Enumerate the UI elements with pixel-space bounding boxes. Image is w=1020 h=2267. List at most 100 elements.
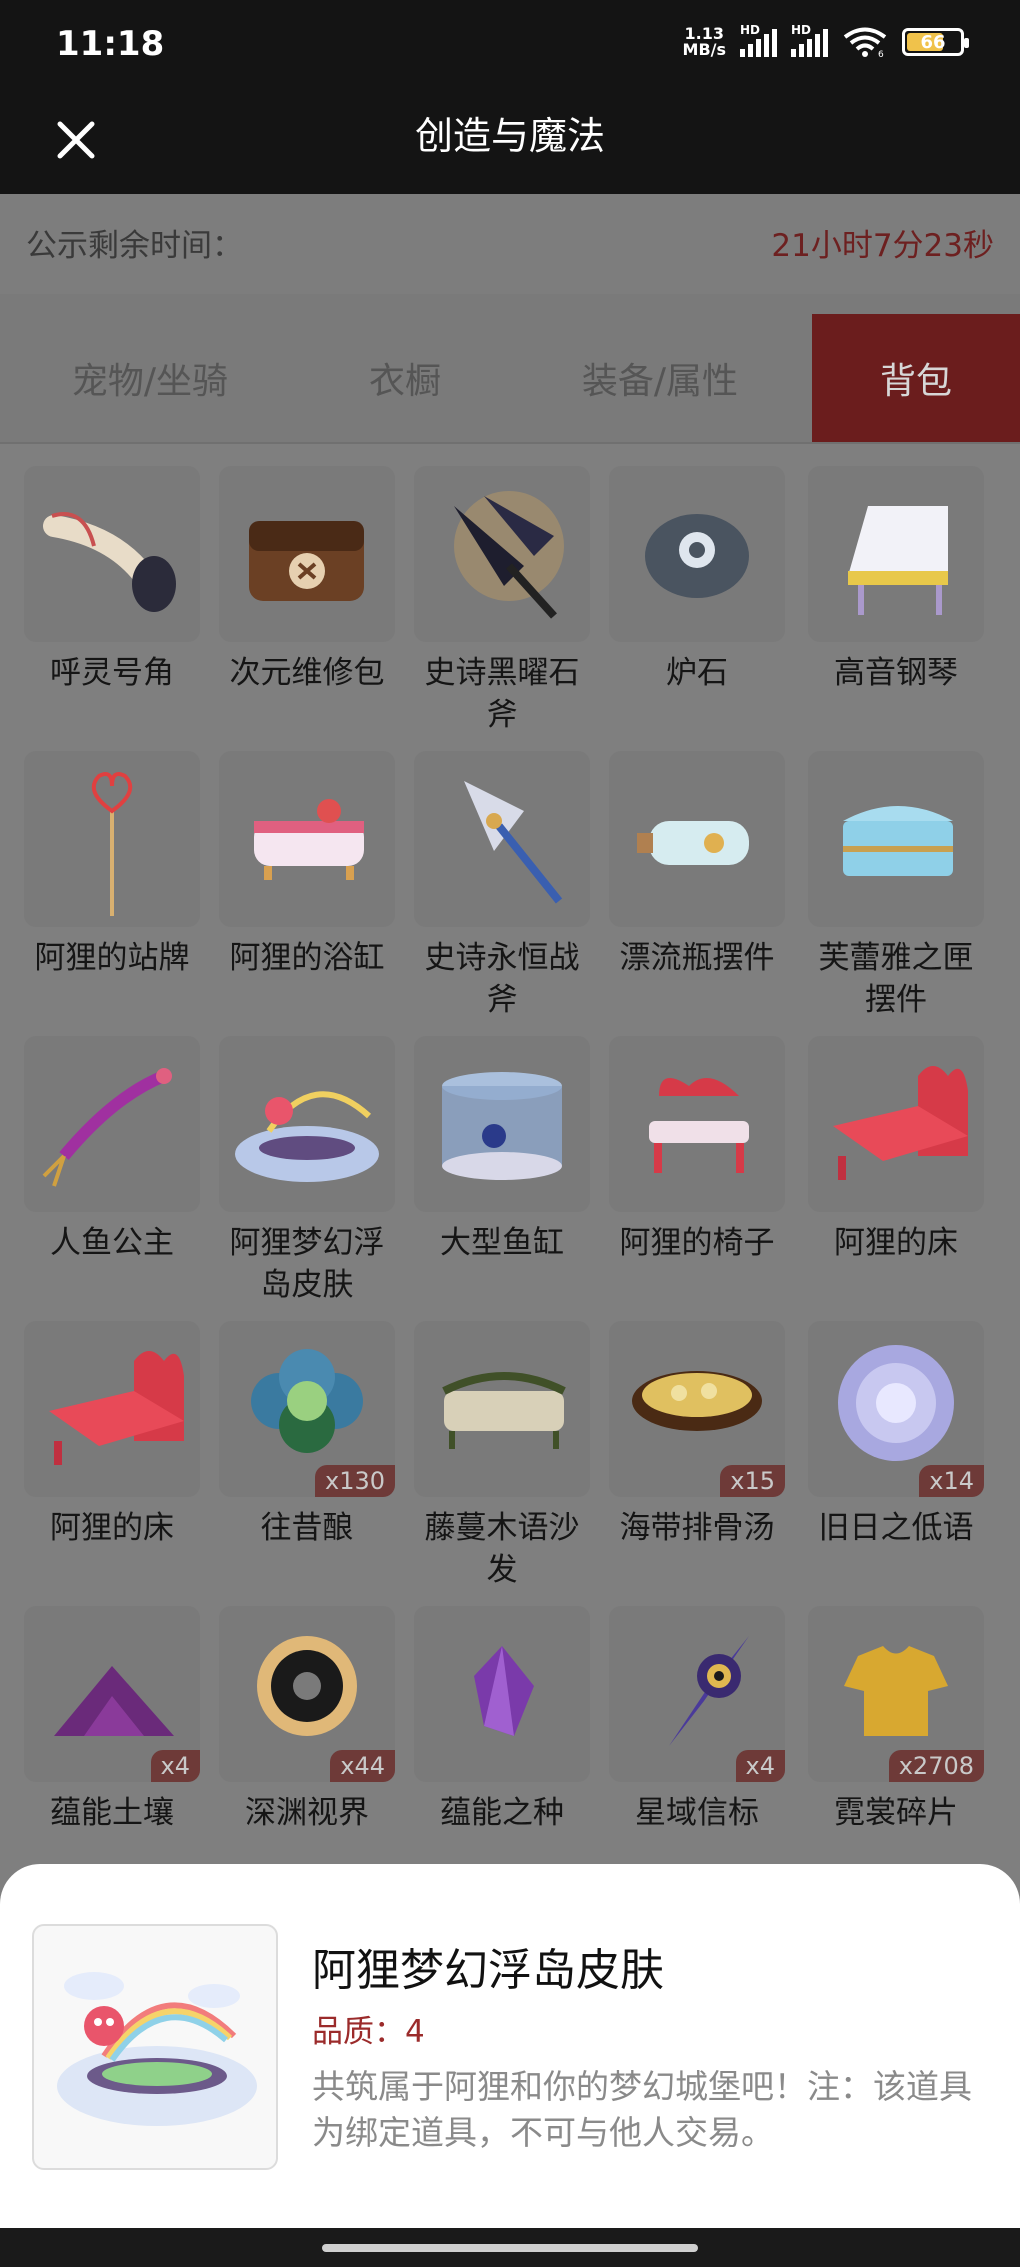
item-cell[interactable]: 呼灵号角: [24, 466, 200, 694]
detail-title: 阿狸梦幻浮岛皮肤: [312, 1945, 664, 1996]
item-name: 蕴能土壤: [50, 1795, 174, 1831]
item-thumbnail: [24, 1321, 200, 1497]
item-name: 阿狸的椅子: [619, 1225, 775, 1261]
item-name: 星域信标: [635, 1795, 759, 1831]
item-thumbnail: x4: [609, 1606, 785, 1782]
home-indicator[interactable]: [322, 2244, 698, 2252]
item-cell[interactable]: x2708 霓裳碎片: [808, 1606, 984, 1834]
item-cell[interactable]: 芙蕾雅之匣摆件: [808, 751, 984, 1021]
item-cell[interactable]: x15 海带排骨汤: [609, 1321, 785, 1549]
item-cell[interactable]: 高音钢琴: [808, 466, 984, 694]
chest-icon: [843, 806, 953, 876]
bottle-icon: [637, 821, 749, 865]
item-cell[interactable]: 阿狸的浴缸: [219, 751, 395, 979]
tab-bar: 宠物/坐骑 衣橱 装备/属性 背包: [0, 294, 1020, 444]
item-thumbnail: [414, 1036, 590, 1212]
detail-quality: 品质：4: [312, 2014, 425, 2050]
item-cell[interactable]: 史诗永恒战斧: [414, 751, 590, 1021]
floating-island-icon: [235, 1091, 379, 1182]
item-name: 霓裳碎片: [834, 1795, 958, 1831]
tab-backpack[interactable]: 背包: [812, 314, 1020, 442]
countdown-timer: 21小时7分23秒: [771, 228, 994, 264]
tab-wardrobe[interactable]: 衣橱: [300, 314, 510, 442]
item-thumbnail: x2708: [808, 1606, 984, 1782]
item-cell[interactable]: x14 旧日之低语: [808, 1321, 984, 1549]
item-cell[interactable]: 炉石: [609, 466, 785, 694]
item-name: 海带排骨汤: [619, 1510, 775, 1546]
item-thumbnail: [414, 751, 590, 927]
piano-icon: [848, 506, 948, 615]
item-name: 史诗黑曜石斧: [424, 655, 580, 733]
item-name: 呼灵号角: [50, 655, 174, 691]
item-detail-sheet: 阿狸梦幻浮岛皮肤 品质：4 共筑属于阿狸和你的梦幻城堡吧！注：该道具为绑定道具，…: [0, 1864, 1020, 2228]
item-thumbnail: [24, 466, 200, 642]
tab-equipment-attributes[interactable]: 装备/属性: [510, 314, 810, 442]
item-thumbnail: [808, 466, 984, 642]
net-speed-unit: MB/s: [682, 40, 726, 59]
item-quantity-badge: x4: [150, 1750, 200, 1782]
sign-icon: [91, 772, 133, 916]
item-thumbnail: [808, 1036, 984, 1212]
floating-island-icon: [57, 1972, 257, 2126]
item-cell[interactable]: 阿狸的椅子: [609, 1036, 785, 1264]
eternal-axe-icon: [464, 781, 563, 904]
horn-icon: [43, 512, 176, 612]
item-quantity-badge: x44: [330, 1750, 395, 1782]
item-name: 深渊视界: [245, 1795, 369, 1831]
item-thumbnail: x15: [609, 1321, 785, 1497]
item-thumbnail: [808, 751, 984, 927]
item-name: 阿狸的床: [834, 1225, 958, 1261]
item-cell[interactable]: 次元维修包: [219, 466, 395, 694]
item-cell[interactable]: 人鱼公主: [24, 1036, 200, 1264]
clock: 11:18: [56, 24, 165, 64]
item-thumbnail: [609, 466, 785, 642]
item-quantity-badge: x15: [720, 1465, 785, 1497]
item-name: 史诗永恒战斧: [424, 940, 580, 1018]
crystal-seed-icon: [474, 1646, 534, 1736]
signal-icon: HD: [740, 23, 777, 57]
notice-bar: 公示剩余时间： 21小时7分23秒: [0, 194, 1020, 294]
item-name: 蕴能之种: [440, 1795, 564, 1831]
item-name: 大型鱼缸: [440, 1225, 564, 1261]
app-header: 创造与魔法: [0, 90, 1020, 194]
detail-description: 共筑属于阿狸和你的梦幻城堡吧！注：该道具为绑定道具，不可与他人交易。: [312, 2067, 972, 2152]
item-name: 阿狸的站牌: [34, 940, 190, 976]
bed-icon: [833, 1066, 968, 1180]
item-cell[interactable]: x4 星域信标: [609, 1606, 785, 1834]
item-cell[interactable]: 阿狸梦幻浮岛皮肤: [219, 1036, 395, 1306]
wifi-icon: 6: [843, 27, 887, 58]
item-cell[interactable]: 阿狸的床: [24, 1321, 200, 1549]
aquarium-icon: [442, 1072, 562, 1180]
item-thumbnail: [414, 1606, 590, 1782]
notice-label: 公示剩余时间：: [26, 228, 243, 264]
item-name: 人鱼公主: [50, 1225, 174, 1261]
item-cell[interactable]: x44 深渊视界: [219, 1606, 395, 1834]
item-cell[interactable]: 阿狸的站牌: [24, 751, 200, 979]
item-cell[interactable]: 蕴能之种: [414, 1606, 590, 1834]
obsidian-axe-icon: [454, 491, 564, 619]
item-thumbnail: x4: [24, 1606, 200, 1782]
item-cell[interactable]: 漂流瓶摆件: [609, 751, 785, 979]
item-cell[interactable]: x130 往昔酿: [219, 1321, 395, 1549]
item-preview: [32, 1924, 278, 2170]
repair-bag-icon: [249, 521, 364, 601]
item-cell[interactable]: 史诗黑曜石斧: [414, 466, 590, 736]
item-name: 芙蕾雅之匣摆件: [818, 940, 974, 1018]
item-thumbnail: [219, 466, 395, 642]
item-quantity-badge: x4: [735, 1750, 785, 1782]
item-thumbnail: x130: [219, 1321, 395, 1497]
item-cell[interactable]: x4 蕴能土壤: [24, 1606, 200, 1834]
item-cell[interactable]: 藤蔓木语沙发: [414, 1321, 590, 1591]
item-thumbnail: [24, 751, 200, 927]
status-bar: 11:18 1.13 MB/s HD HD 6 66: [0, 0, 1020, 90]
item-quantity-badge: x130: [314, 1465, 395, 1497]
item-thumbnail: [219, 751, 395, 927]
item-cell[interactable]: 大型鱼缸: [414, 1036, 590, 1264]
item-thumbnail: [609, 751, 785, 927]
wifi-badge: 6: [878, 50, 884, 58]
sofa-icon: [442, 1372, 566, 1449]
item-thumbnail: [609, 1036, 785, 1212]
nav-bar: [0, 2228, 1020, 2267]
tab-pets-mounts[interactable]: 宠物/坐骑: [0, 314, 300, 442]
item-cell[interactable]: 阿狸的床: [808, 1036, 984, 1264]
